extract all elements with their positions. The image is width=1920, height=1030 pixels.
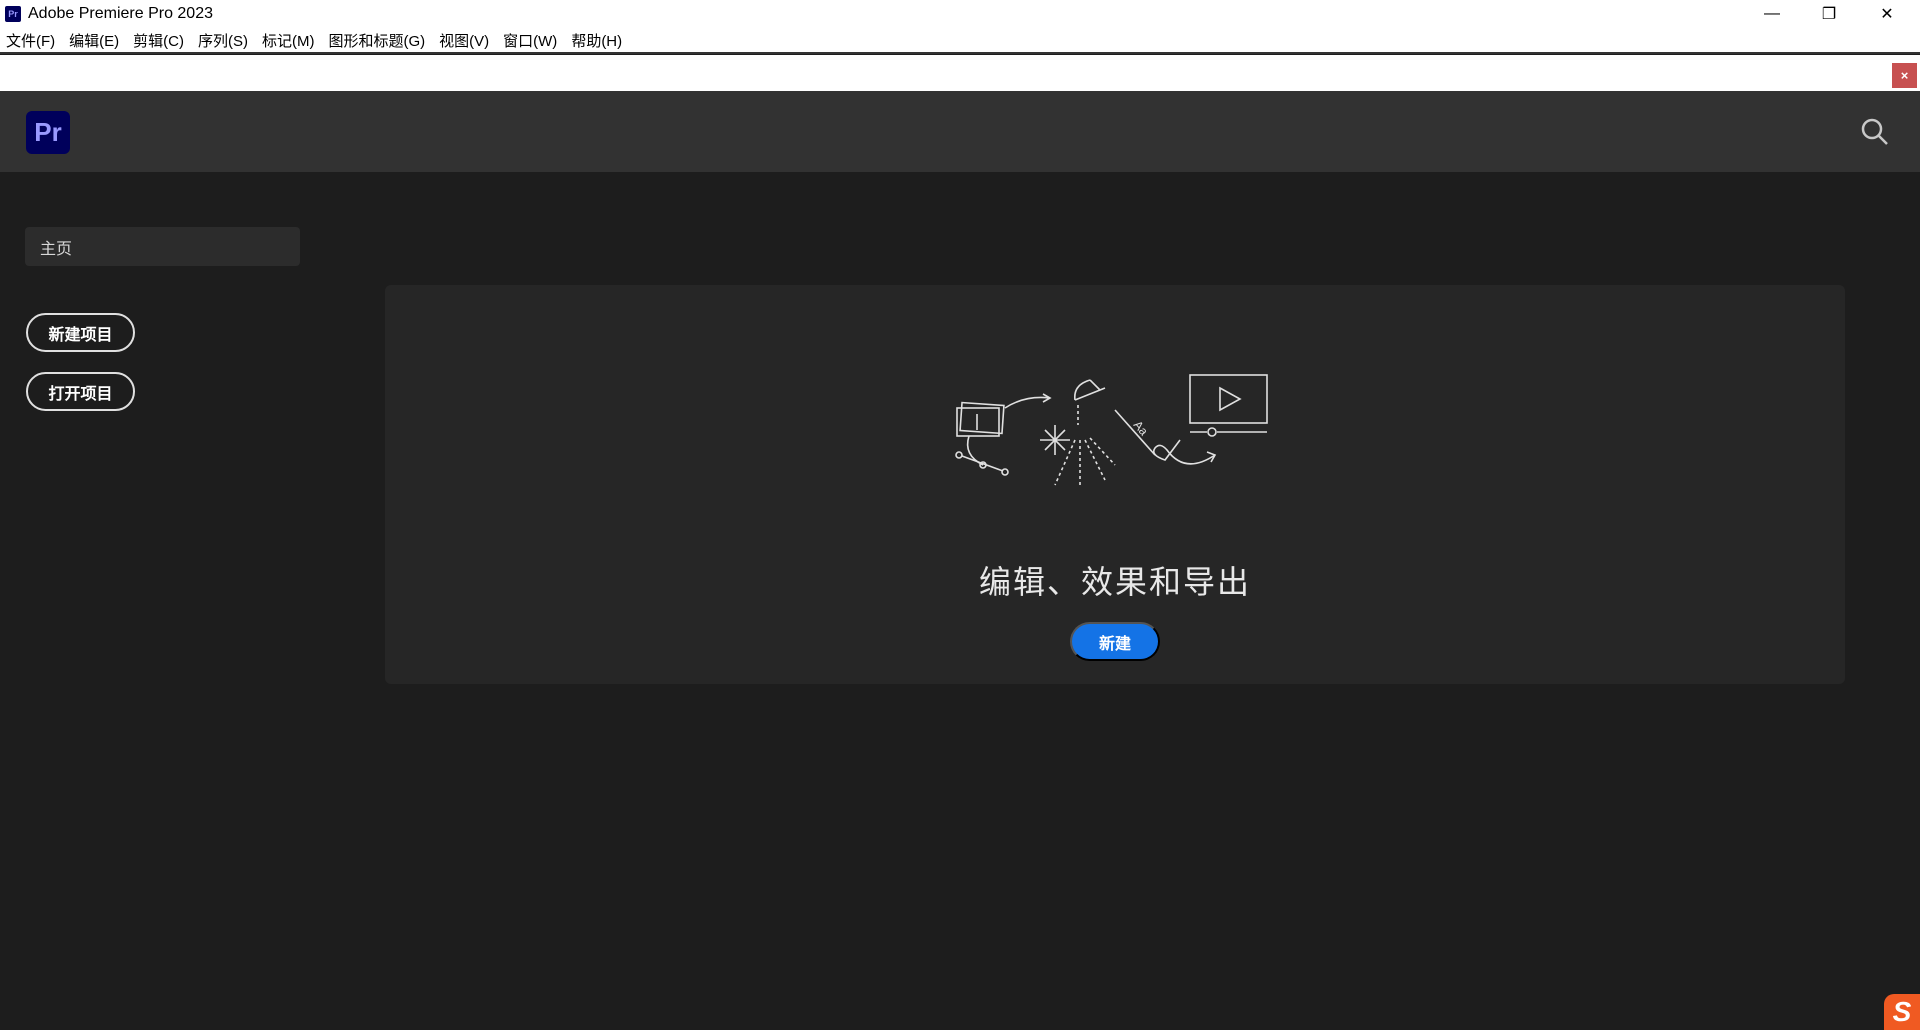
search-icon[interactable] xyxy=(1860,117,1890,147)
open-project-button[interactable]: 打开项目 xyxy=(26,372,135,411)
app-header: Pr xyxy=(0,91,1920,172)
welcome-card: Aa 编辑、效果和导出 新建 xyxy=(385,285,1845,684)
edit-effects-export-illustration: Aa xyxy=(955,374,1268,486)
sidebar-item-home[interactable]: 主页 xyxy=(25,227,300,266)
svg-text:Aa: Aa xyxy=(1131,418,1151,438)
menu-graphics[interactable]: 图形和标题(G) xyxy=(328,30,425,51)
menu-file[interactable]: 文件(F) xyxy=(6,30,55,51)
menu-markers[interactable]: 标记(M) xyxy=(262,30,315,51)
minimize-button[interactable]: — xyxy=(1743,0,1801,28)
menu-help[interactable]: 帮助(H) xyxy=(571,30,622,51)
close-button[interactable]: ✕ xyxy=(1858,0,1916,28)
menu-bar: 文件(F) 编辑(E) 剪辑(C) 序列(S) 标记(M) 图形和标题(G) 视… xyxy=(0,28,1920,54)
restore-button[interactable]: ❐ xyxy=(1800,0,1858,28)
menu-clip[interactable]: 剪辑(C) xyxy=(133,30,184,51)
premiere-logo: Pr xyxy=(26,111,70,154)
new-button[interactable]: 新建 xyxy=(1070,622,1160,661)
title-bar: Pr Adobe Premiere Pro 2023 — ❐ ✕ xyxy=(0,0,1920,28)
sogou-ime-icon[interactable]: S xyxy=(1884,994,1920,1030)
window-title: Adobe Premiere Pro 2023 xyxy=(28,5,213,22)
app-icon: Pr xyxy=(5,6,21,22)
card-title: 编辑、效果和导出 xyxy=(978,564,1251,600)
notice-bar: × xyxy=(0,55,1920,91)
menu-window[interactable]: 窗口(W) xyxy=(503,30,557,51)
notice-close-button[interactable]: × xyxy=(1892,63,1917,88)
menu-edit[interactable]: 编辑(E) xyxy=(69,30,119,51)
menu-sequence[interactable]: 序列(S) xyxy=(198,30,248,51)
menu-view[interactable]: 视图(V) xyxy=(439,30,489,51)
new-project-button[interactable]: 新建项目 xyxy=(26,313,135,352)
